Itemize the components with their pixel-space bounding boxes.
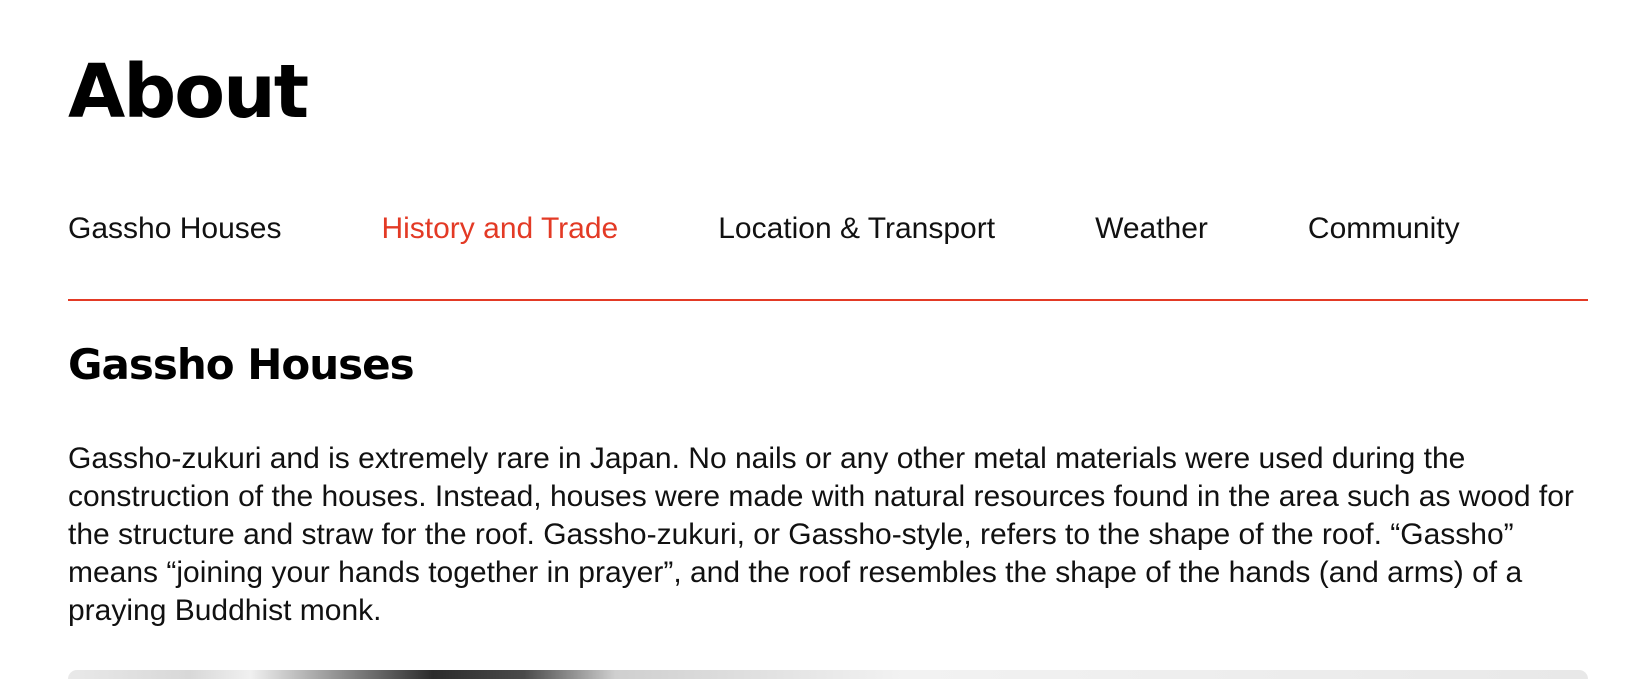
section-title: Gassho Houses [68,340,415,389]
tab-community[interactable]: Community [1308,205,1460,253]
section-body-text: Gassho-zukuri and is extremely rare in J… [68,442,1574,627]
gassho-house-photo [68,670,1588,679]
tab-weather[interactable]: Weather [1095,205,1208,253]
page-title: About [68,49,309,135]
tab-history-and-trade[interactable]: History and Trade [381,205,618,253]
tab-gassho-houses[interactable]: Gassho Houses [68,205,281,253]
tab-location-transport[interactable]: Location & Transport [718,205,995,253]
tab-bar: Gassho Houses History and Trade Location… [68,205,1588,301]
